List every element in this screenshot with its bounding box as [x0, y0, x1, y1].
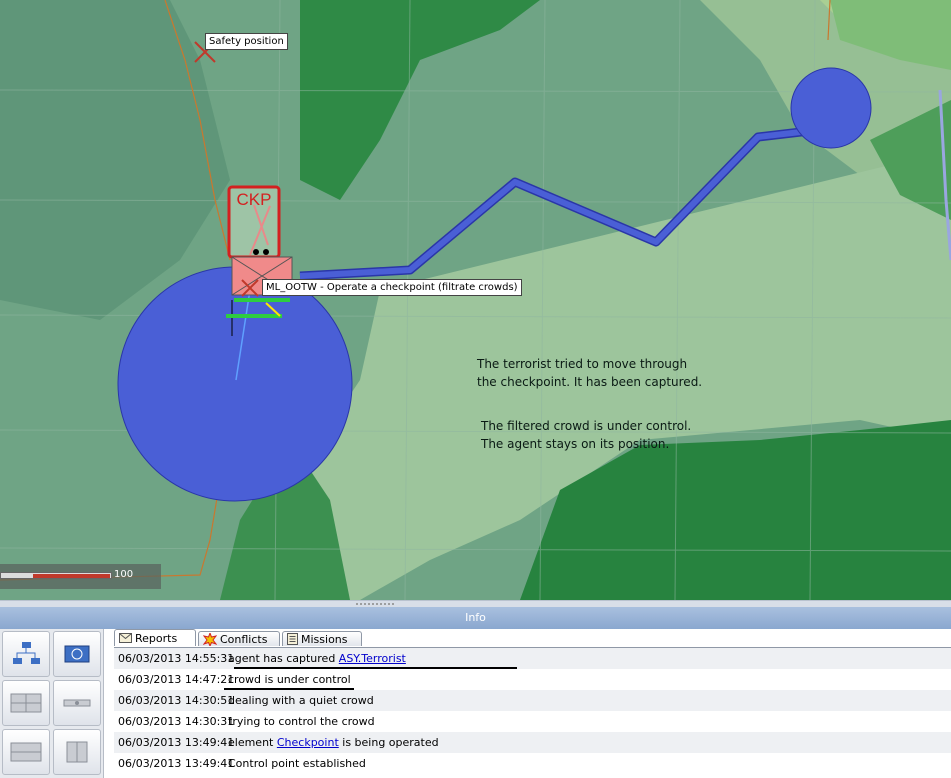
tab-missions-label: Missions	[301, 632, 348, 646]
report-text: is being operated	[338, 736, 439, 749]
unit-status-bar	[234, 298, 290, 302]
explosion-icon	[203, 632, 217, 646]
reports-panel: Reports Conflicts Missions 06/03/2013 14…	[103, 629, 951, 778]
report-row[interactable]: 06/03/2013 14:55:31 agent has captured A…	[114, 648, 951, 669]
annotation-line: The agent stays on its position.	[481, 437, 670, 451]
report-row[interactable]: 06/03/2013 14:47:21 crowd is under contr…	[114, 669, 951, 690]
report-message: dealing with a quiet crowd	[228, 694, 374, 707]
horizontal-split-icon	[10, 742, 42, 762]
crowd-area[interactable]	[117, 266, 353, 502]
map-view-icon	[64, 645, 90, 663]
report-time: 06/03/2013 14:47:21	[118, 673, 235, 686]
annotation-control: The filtered crowd is under control. The…	[481, 417, 691, 453]
annotation-line: The terrorist tried to move through	[477, 357, 688, 371]
report-message: crowd is under control	[228, 673, 351, 686]
horizontal-split-button[interactable]	[2, 729, 50, 775]
annotation-line: The filtered crowd is under control.	[481, 419, 692, 433]
map-canvas[interactable]	[0, 0, 951, 600]
report-row[interactable]: 06/03/2013 13:49:41 element Checkpoint i…	[114, 732, 951, 753]
layout-grid-icon	[10, 693, 42, 713]
report-message: element Checkpoint is being operated	[228, 732, 439, 753]
unit-dot	[263, 249, 269, 255]
report-text: agent has captured	[228, 652, 339, 665]
report-text: element	[228, 736, 277, 749]
tab-reports-label: Reports	[135, 631, 178, 645]
link-icon	[63, 699, 91, 707]
report-time: 06/03/2013 14:30:51	[118, 694, 235, 707]
unit-mission-label: ML_OOTW - Operate a checkpoint (filtrate…	[262, 279, 522, 296]
tab-conflicts[interactable]: Conflicts	[198, 631, 280, 646]
report-row[interactable]: 06/03/2013 14:30:31 trying to control th…	[114, 711, 951, 732]
report-list: 06/03/2013 14:55:31 agent has captured A…	[114, 647, 951, 774]
report-link-checkpoint[interactable]: Checkpoint	[277, 736, 339, 749]
tab-missions[interactable]: Missions	[282, 631, 362, 646]
hierarchy-button[interactable]	[2, 631, 50, 677]
tab-conflicts-label: Conflicts	[220, 632, 268, 646]
report-message: agent has captured ASY.Terrorist	[228, 648, 406, 669]
unit-status-bar	[226, 314, 282, 318]
annotation-line: the checkpoint. It has been captured.	[477, 375, 703, 389]
report-time: 06/03/2013 14:30:31	[118, 715, 235, 728]
report-time: 06/03/2013 14:55:31	[118, 652, 235, 665]
safety-position-label: Safety position	[205, 33, 288, 50]
report-time: 06/03/2013 13:49:41	[118, 757, 235, 770]
report-row[interactable]: 06/03/2013 13:49:41 Control point establ…	[114, 753, 951, 774]
annotation-capture: The terrorist tried to move through the …	[477, 355, 702, 391]
splitter-grip[interactable]	[355, 602, 395, 606]
view-toolbox	[0, 629, 103, 778]
info-panel-title: Info	[0, 607, 951, 629]
vertical-split-button[interactable]	[53, 729, 101, 775]
report-row[interactable]: 06/03/2013 14:30:51 dealing with a quiet…	[114, 690, 951, 711]
report-time: 06/03/2013 13:49:41	[118, 736, 235, 749]
objective-area[interactable]	[790, 67, 872, 149]
scale-fill	[33, 574, 110, 578]
document-icon	[287, 633, 298, 645]
checkpoint-code: CKP	[236, 190, 272, 209]
tactical-map[interactable]: Safety position ML_OOTW - Operate a chec…	[0, 0, 951, 600]
scale-track	[0, 572, 112, 579]
map-view-button[interactable]	[53, 631, 101, 677]
scale-bar: 100	[0, 564, 161, 589]
vertical-split-icon	[66, 741, 88, 763]
report-message: trying to control the crowd	[228, 715, 375, 728]
tab-reports[interactable]: Reports	[114, 629, 196, 646]
report-link-terrorist[interactable]: ASY.Terrorist	[339, 652, 406, 665]
unit-dot	[253, 249, 259, 255]
link-button[interactable]	[53, 680, 101, 726]
envelope-icon	[119, 633, 132, 643]
scale-value: 100	[114, 569, 134, 580]
report-message: Control point established	[228, 757, 366, 770]
layout-grid-button[interactable]	[2, 680, 50, 726]
hierarchy-icon	[13, 642, 40, 664]
